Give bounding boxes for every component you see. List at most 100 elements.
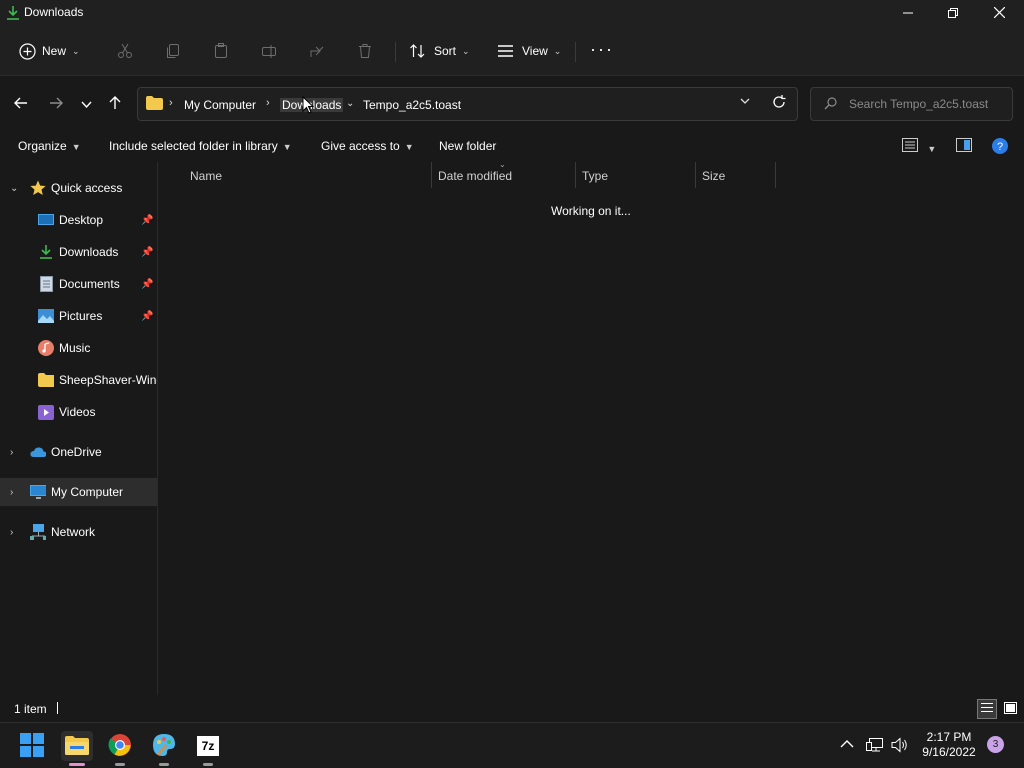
address-bar[interactable]: › My Computer › Downloads ⌄ Tempo_a2c5.t… <box>137 87 798 121</box>
preview-pane-button[interactable] <box>956 138 972 155</box>
share-button[interactable] <box>308 38 326 64</box>
nav-label: Videos <box>59 405 96 419</box>
nav-my-computer[interactable]: › My Computer <box>0 478 157 506</box>
command-bar: New ⌄ Sort ⌄ View ⌄ ··· <box>0 28 1024 76</box>
nav-quick-access[interactable]: ⌄ Quick access <box>0 174 157 202</box>
nav-item-desktop[interactable]: Desktop 📌 <box>0 206 157 234</box>
chevron-right-icon[interactable]: › <box>10 487 13 498</box>
restore-icon <box>948 7 958 21</box>
details-view-toggle[interactable] <box>977 699 997 719</box>
change-view-button[interactable]: ▼ <box>902 138 936 155</box>
taskbar-paint[interactable] <box>148 731 180 766</box>
sort-button[interactable]: Sort ⌄ <box>408 38 470 64</box>
paste-button[interactable] <box>212 38 230 64</box>
organize-menu[interactable]: Organize ▼ <box>18 139 81 153</box>
nav-item-music[interactable]: Music <box>0 334 157 362</box>
show-hidden-icons-button[interactable] <box>840 737 854 751</box>
minimize-button[interactable] <box>885 0 931 28</box>
nav-item-documents[interactable]: Documents 📌 <box>0 270 157 298</box>
folder-icon <box>38 372 54 388</box>
caret-down-icon: ▼ <box>71 142 81 152</box>
network-status-icon[interactable] <box>866 737 884 756</box>
paint-icon <box>152 733 176 760</box>
recent-locations-button[interactable] <box>74 93 98 115</box>
nav-label: SheepShaver-Winc <box>59 373 158 387</box>
column-divider[interactable] <box>431 162 432 188</box>
volume-icon[interactable] <box>891 737 909 756</box>
caret-down-icon: ▼ <box>282 142 292 152</box>
forward-button[interactable] <box>44 93 68 115</box>
address-history-button[interactable] <box>740 97 750 108</box>
computer-icon <box>30 484 46 500</box>
chevron-down-icon <box>80 97 92 111</box>
details-view-icon <box>981 702 993 716</box>
column-divider[interactable] <box>695 162 696 188</box>
scissors-icon <box>116 42 134 60</box>
nav-onedrive[interactable]: › OneDrive <box>0 438 157 466</box>
column-header-size[interactable]: Size <box>702 169 725 183</box>
nav-item-downloads[interactable]: Downloads 📌 <box>0 238 157 266</box>
cloud-icon <box>30 444 46 460</box>
view-lines-icon <box>496 42 514 60</box>
chevron-down-icon[interactable]: ⌄ <box>10 183 18 194</box>
column-header-type[interactable]: Type <box>582 169 608 183</box>
taskbar: 7z 2:17 PM 9/16/2022 3 <box>0 722 1024 768</box>
sort-icon <box>408 42 426 60</box>
back-button[interactable] <box>9 93 33 115</box>
search-input[interactable] <box>849 95 1009 113</box>
more-icon: ··· <box>590 38 614 59</box>
arrow-right-icon <box>49 97 63 112</box>
arrow-left-icon <box>14 97 28 112</box>
start-button[interactable] <box>16 731 48 761</box>
desktop-icon <box>38 212 54 228</box>
copy-button[interactable] <box>164 38 182 64</box>
close-button[interactable] <box>976 0 1022 28</box>
toolbar: Organize ▼ Include selected folder in lib… <box>0 131 1024 162</box>
organize-label: Organize <box>18 139 67 153</box>
new-label: New <box>42 44 67 58</box>
breadcrumb-current-folder[interactable]: Tempo_a2c5.toast <box>363 98 461 112</box>
nav-item-videos[interactable]: Videos <box>0 398 157 426</box>
column-header-name[interactable]: Name <box>190 169 222 183</box>
refresh-icon[interactable] <box>772 95 786 112</box>
separator <box>575 42 576 62</box>
preview-pane-icon <box>956 138 972 155</box>
taskbar-7zip[interactable]: 7z <box>192 731 224 766</box>
copy-icon <box>164 42 182 60</box>
chevron-right-icon[interactable]: › <box>10 447 13 458</box>
share-icon <box>308 42 326 60</box>
nav-item-pictures[interactable]: Pictures 📌 <box>0 302 157 330</box>
cut-button[interactable] <box>116 38 134 64</box>
new-folder-button[interactable]: New folder <box>439 139 496 153</box>
status-divider <box>57 702 58 714</box>
more-options-button[interactable]: ··· <box>590 36 614 62</box>
clock[interactable]: 2:17 PM 9/16/2022 <box>918 730 980 760</box>
new-button[interactable]: New ⌄ <box>18 38 80 64</box>
view-button[interactable]: View ⌄ <box>496 38 561 64</box>
column-header-date-modified[interactable]: Date modified <box>438 169 512 183</box>
help-button[interactable]: ? <box>991 137 1009 158</box>
breadcrumb-my-computer[interactable]: My Computer <box>184 98 256 112</box>
rename-button[interactable] <box>260 38 278 64</box>
include-in-library-menu[interactable]: Include selected folder in library ▼ <box>109 139 292 153</box>
column-divider[interactable] <box>575 162 576 188</box>
start-icon <box>20 732 44 760</box>
chevron-down-icon[interactable]: ⌄ <box>346 98 354 109</box>
restore-button[interactable] <box>930 0 976 28</box>
taskbar-file-explorer[interactable] <box>61 731 93 766</box>
delete-button[interactable] <box>356 38 374 64</box>
chevron-right-icon[interactable]: › <box>10 527 13 538</box>
column-divider[interactable] <box>775 162 776 188</box>
large-icons-view-toggle[interactable] <box>1000 699 1020 719</box>
navigation-pane: ⌄ Quick access Desktop 📌 Downloads 📌 Doc… <box>0 162 158 695</box>
taskbar-chrome[interactable] <box>104 731 136 766</box>
nav-network[interactable]: › Network <box>0 518 157 546</box>
notification-badge[interactable]: 3 <box>987 736 1004 753</box>
breadcrumb-separator-icon: › <box>169 97 173 109</box>
nav-item-sheepshaver[interactable]: SheepShaver-Winc <box>0 366 157 394</box>
7zip-icon: 7z <box>197 736 219 756</box>
search-box[interactable] <box>810 87 1013 121</box>
give-access-menu[interactable]: Give access to ▼ <box>321 139 414 153</box>
nav-label: Downloads <box>59 245 119 259</box>
up-button[interactable] <box>103 93 127 115</box>
